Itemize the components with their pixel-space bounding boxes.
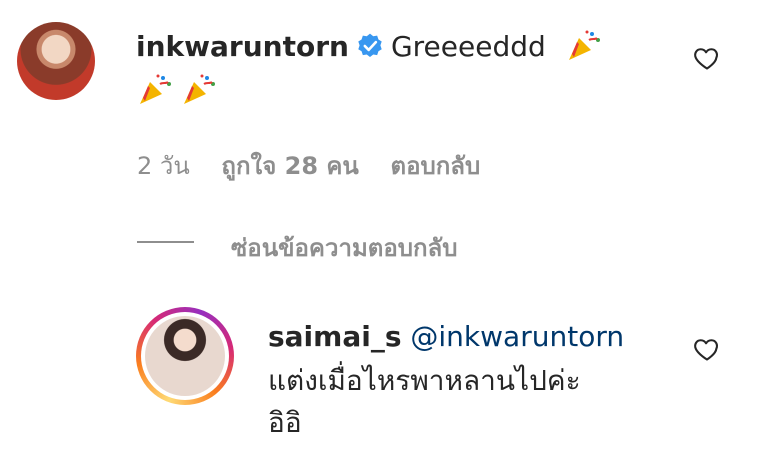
reply-line1: saimai_s @inkwaruntorn [268, 320, 624, 354]
comment-time[interactable]: 2 วัน [137, 152, 190, 180]
comment-emoji-line [136, 72, 218, 108]
party-popper-emoji-icon [184, 74, 215, 104]
hide-replies-button[interactable]: ซ่อนข้อความตอบกลับ [231, 228, 457, 267]
party-popper-emoji-icon [568, 30, 600, 60]
verified-badge-icon [358, 33, 382, 58]
party-popper-emoji-icon [140, 74, 171, 104]
reply-avatar-image [145, 316, 225, 396]
comment-text: Greeeeddd [390, 30, 546, 63]
comment-likes[interactable]: ถูกใจ 28 คน [221, 152, 358, 180]
commenter-avatar[interactable] [17, 22, 95, 100]
comment-username[interactable]: inkwaruntorn [136, 30, 349, 63]
reply-text-line1: แต่งเมื่อไหรพาหลานไปค่ะ [268, 364, 581, 397]
comment-line1: inkwaruntorn Greeeeddd [136, 28, 603, 64]
like-reply-heart-icon[interactable] [693, 335, 721, 363]
reply-avatar[interactable] [136, 307, 234, 405]
like-comment-heart-icon[interactable] [693, 44, 721, 72]
replies-divider [137, 241, 194, 243]
reply-mention[interactable]: @inkwaruntorn [410, 320, 624, 353]
reply-username[interactable]: saimai_s [268, 320, 402, 353]
comment-meta: 2 วัน ถูกใจ 28 คน ตอบกลับ [137, 146, 480, 185]
reply-button[interactable]: ตอบกลับ [390, 152, 480, 180]
reply-text-line2: อิอิ [268, 406, 302, 439]
